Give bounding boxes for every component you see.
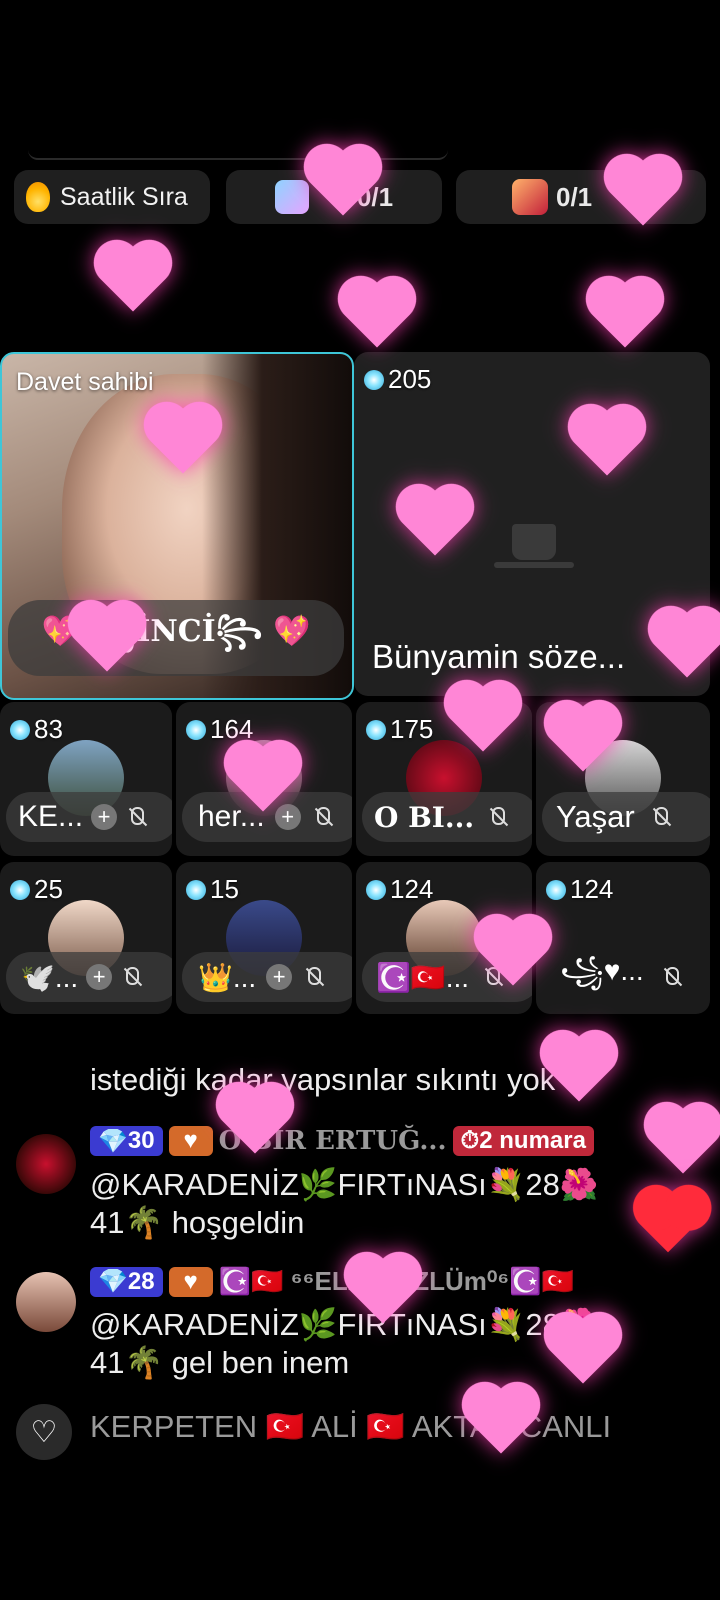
- diamond-icon: [366, 719, 386, 740]
- chat-message-line: @KARADENİZ🌿FIRTıNASı💐28🌺: [90, 1307, 599, 1342]
- seat-name: ☪️🇹🇷...: [376, 961, 470, 993]
- mic-muted-icon: [125, 806, 147, 828]
- floating-heart-icon: [550, 1318, 616, 1384]
- level-badge: 💎 28: [90, 1266, 163, 1297]
- diamond-icon: [366, 879, 386, 900]
- heart-badge-icon: ♥: [168, 1126, 213, 1156]
- mic-muted-icon: [660, 966, 682, 988]
- seat-nameplate: Yaşar: [542, 792, 710, 842]
- chat-avatar[interactable]: [16, 1134, 76, 1194]
- seat-nameplate: ꧁♥...: [542, 952, 710, 1002]
- diamond-icon: [186, 879, 206, 900]
- seat-score-value: 25: [34, 874, 63, 904]
- saucer: [494, 562, 574, 568]
- seat-tile[interactable]: 124 ꧁♥...: [536, 862, 710, 1014]
- gift-count-2: 0/1: [556, 181, 593, 212]
- diamond-icon: [10, 879, 30, 900]
- floating-heart-icon: [650, 1108, 716, 1174]
- mic-muted-icon: [120, 966, 142, 988]
- seat-score-value: 175: [390, 714, 434, 744]
- seat-score-value: 83: [34, 714, 63, 744]
- seat-name: ꧁♥...: [560, 954, 644, 986]
- follow-plus-icon[interactable]: +: [91, 804, 118, 830]
- seat-name: 🕊️...: [20, 961, 79, 993]
- seat-score: 15: [186, 874, 239, 905]
- hourly-rank-label: Saatlik Sıra: [60, 182, 188, 211]
- gift-icon: [512, 179, 548, 215]
- level-value: 30: [127, 1127, 155, 1154]
- seat-score-value: 15: [210, 874, 239, 904]
- seat-score: 124: [546, 874, 613, 905]
- floating-heart-icon: [100, 246, 166, 312]
- diamond-icon: [546, 879, 566, 900]
- diamond-icon: [10, 719, 30, 740]
- chat-avatar[interactable]: [16, 1272, 76, 1332]
- seat-name: KE...: [18, 800, 84, 833]
- host-nameplate[interactable]: 💖 ꧁İNCİ꧂ 💖: [8, 600, 344, 676]
- hourly-rank-pill[interactable]: Saatlik Sıra: [14, 170, 210, 224]
- seat-score: 175: [366, 714, 433, 745]
- seat-nameplate: O BI...: [362, 792, 532, 842]
- guest-name: Bünyamin söze...: [372, 638, 626, 675]
- mic-muted-icon: [311, 806, 333, 828]
- chat-message-line: 41🌴 hoşgeldin: [90, 1205, 305, 1240]
- guest-score-value: 205: [388, 364, 432, 394]
- follow-plus-icon[interactable]: +: [274, 804, 301, 830]
- heart-icon: ♡: [30, 1415, 58, 1449]
- fire-icon: [26, 182, 50, 212]
- level-value: 28: [127, 1267, 155, 1295]
- seat-tile[interactable]: 15 👑... +: [176, 862, 352, 1014]
- cup-icon: [512, 524, 556, 560]
- rank-value: 2 numara: [479, 1127, 586, 1154]
- level-badge: 💎 30: [90, 1126, 163, 1156]
- chat-message-line: @KARADENİZ🌿FIRTıNASı💐28🌺: [90, 1167, 599, 1202]
- guest-score: 205: [364, 364, 431, 395]
- seat-nameplate: 🕊️... +: [6, 952, 172, 1002]
- seat-name: 👑...: [198, 961, 257, 993]
- gift-icon: [274, 180, 309, 214]
- seat-name: O BI...: [374, 800, 475, 834]
- diamond-icon: [364, 369, 384, 390]
- seat-score: 83: [10, 714, 63, 745]
- chat-message-line: 41🌴 gel ben inem: [90, 1345, 350, 1380]
- seat-tile[interactable]: 25 🕊️... +: [0, 862, 172, 1014]
- mic-muted-icon: [649, 806, 671, 828]
- heart-badge-icon: ♥: [168, 1266, 213, 1297]
- floating-heart-icon: [592, 282, 658, 348]
- like-button[interactable]: ♡: [16, 1404, 72, 1460]
- chat-message-text: istediği kadar yapsınlar sıkıntı yok: [90, 1062, 556, 1097]
- rank-badge: ⏱ 2 numara: [452, 1126, 594, 1156]
- seat-name: Yaşar: [556, 799, 635, 834]
- host-label: Davet sahibi: [16, 368, 154, 396]
- floating-heart-icon: [639, 1195, 697, 1253]
- seat-nameplate: 👑... +: [182, 952, 352, 1002]
- chat-message-header: 💎 28 ♥ ☪️🇹🇷 ⁶⁶ELA GÖZLÜm⁰⁶☪️🇹🇷: [90, 1266, 574, 1297]
- seat-score-value: 124: [570, 874, 614, 904]
- chat-message-header: 💎 30 ♥ O BIR ERTUĞ... ⏱ 2 numara: [90, 1126, 594, 1156]
- seat-score-value: 124: [390, 874, 434, 904]
- floating-heart-icon: [344, 282, 410, 348]
- seat-nameplate: KE... +: [6, 792, 172, 842]
- seat-score: 124: [366, 874, 433, 905]
- top-strip: [28, 148, 448, 160]
- mic-muted-icon: [302, 966, 324, 988]
- floating-heart-icon: [546, 1036, 612, 1102]
- diamond-icon: [186, 719, 206, 740]
- seat-name: her...: [198, 800, 265, 833]
- mic-muted-icon: [486, 806, 508, 828]
- seat-tile[interactable]: 83 KE... +: [0, 702, 172, 856]
- follow-plus-icon[interactable]: +: [86, 964, 113, 990]
- seat-score: 25: [10, 874, 63, 905]
- follow-plus-icon[interactable]: +: [266, 964, 293, 990]
